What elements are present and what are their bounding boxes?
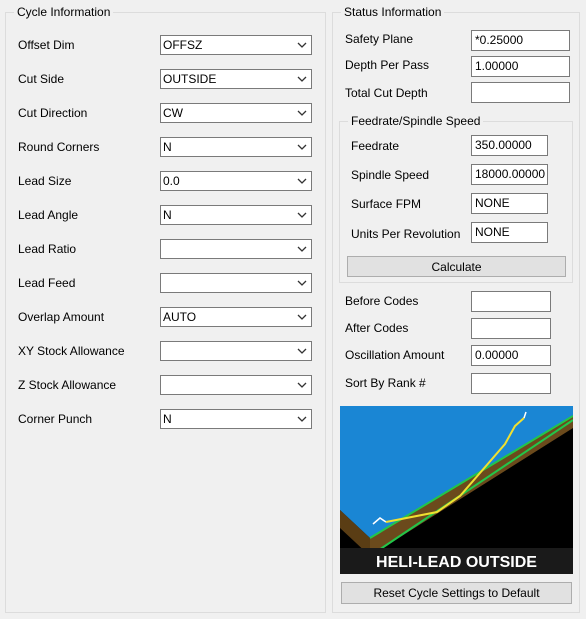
chevron-down-icon[interactable] <box>296 413 308 425</box>
offset-dim-label: Offset Dim <box>18 38 75 52</box>
xy-stock-allowance-dropdown[interactable] <box>160 341 312 361</box>
lead-ratio-dropdown[interactable] <box>160 239 312 259</box>
lead-size-value: 0.0 <box>163 174 180 188</box>
surface-fpm-label: Surface FPM <box>351 197 422 211</box>
calculate-button[interactable]: Calculate <box>347 256 566 277</box>
lead-size-dropdown[interactable]: 0.0 <box>160 171 312 191</box>
cut-direction-label: Cut Direction <box>18 106 88 120</box>
chevron-down-icon[interactable] <box>296 379 308 391</box>
chevron-down-icon[interactable] <box>296 175 308 187</box>
oscillation-amount-label: Oscillation Amount <box>345 348 445 362</box>
cut-side-value: OUTSIDE <box>163 72 217 86</box>
after-codes-input[interactable] <box>471 318 551 339</box>
depth-per-pass-label: Depth Per Pass <box>345 58 430 72</box>
lead-feed-dropdown[interactable] <box>160 273 312 293</box>
preview-caption: HELI-LEAD OUTSIDE <box>376 554 537 571</box>
reset-cycle-settings-button[interactable]: Reset Cycle Settings to Default <box>341 582 572 604</box>
after-codes-label: After Codes <box>345 321 409 335</box>
cut-side-dropdown[interactable]: OUTSIDE <box>160 69 312 89</box>
chevron-down-icon[interactable] <box>296 141 308 153</box>
corner-punch-dropdown[interactable]: N <box>160 409 312 429</box>
total-cut-depth-input[interactable] <box>471 82 570 103</box>
before-codes-label: Before Codes <box>345 294 419 308</box>
xy-stock-allowance-label: XY Stock Allowance <box>18 344 125 358</box>
lead-feed-label: Lead Feed <box>18 276 76 290</box>
before-codes-input[interactable] <box>471 291 551 312</box>
corner-punch-value: N <box>163 412 172 426</box>
lead-size-label: Lead Size <box>18 174 72 188</box>
offset-dim-dropdown[interactable]: OFFSZ <box>160 35 312 55</box>
lead-angle-dropdown[interactable]: N <box>160 205 312 225</box>
cut-direction-dropdown[interactable]: CW <box>160 103 312 123</box>
units-per-revolution-label: Units Per Revolution <box>351 227 461 241</box>
round-corners-value: N <box>163 140 172 154</box>
total-cut-depth-label: Total Cut Depth <box>345 86 428 100</box>
safety-plane-label: Safety Plane <box>345 32 414 46</box>
cut-direction-value: CW <box>163 106 183 120</box>
heli-lead-illustration <box>340 406 573 574</box>
feedrate-input[interactable]: 350.00000 <box>471 135 548 156</box>
chevron-down-icon[interactable] <box>296 277 308 289</box>
overlap-amount-label: Overlap Amount <box>18 310 105 324</box>
sort-by-rank-input[interactable] <box>471 373 551 394</box>
round-corners-dropdown[interactable]: N <box>160 137 312 157</box>
lead-angle-value: N <box>163 208 172 222</box>
lead-angle-label: Lead Angle <box>18 208 79 222</box>
feedrate-label: Feedrate <box>351 139 400 153</box>
z-stock-allowance-label: Z Stock Allowance <box>18 378 117 392</box>
chevron-down-icon[interactable] <box>296 39 308 51</box>
chevron-down-icon[interactable] <box>296 311 308 323</box>
surface-fpm-input[interactable]: NONE <box>471 193 548 214</box>
z-stock-allowance-dropdown[interactable] <box>160 375 312 395</box>
cycle-information-title: Cycle Information <box>14 5 114 19</box>
chevron-down-icon[interactable] <box>296 107 308 119</box>
offset-dim-value: OFFSZ <box>163 38 203 52</box>
spindle-speed-input[interactable]: 18000.00000 <box>471 164 548 185</box>
chevron-down-icon[interactable] <box>296 73 308 85</box>
spindle-speed-label: Spindle Speed <box>351 168 430 182</box>
chevron-down-icon[interactable] <box>296 243 308 255</box>
overlap-amount-dropdown[interactable]: AUTO <box>160 307 312 327</box>
lead-ratio-label: Lead Ratio <box>18 242 77 256</box>
depth-per-pass-input[interactable]: 1.00000 <box>471 56 570 77</box>
oscillation-amount-input[interactable]: 0.00000 <box>471 345 551 366</box>
overlap-amount-value: AUTO <box>163 310 197 324</box>
sort-by-rank-label: Sort By Rank # <box>345 376 426 390</box>
corner-punch-label: Corner Punch <box>18 412 93 426</box>
units-per-revolution-input[interactable]: NONE <box>471 222 548 243</box>
cycle-preview-image: HELI-LEAD OUTSIDE <box>340 406 573 574</box>
cut-side-label: Cut Side <box>18 72 65 86</box>
round-corners-label: Round Corners <box>18 140 100 154</box>
status-information-title: Status Information <box>341 5 445 19</box>
chevron-down-icon[interactable] <box>296 209 308 221</box>
chevron-down-icon[interactable] <box>296 345 308 357</box>
safety-plane-input[interactable]: *0.25000 <box>471 30 570 51</box>
feedrate-spindle-title: Feedrate/Spindle Speed <box>348 114 484 128</box>
